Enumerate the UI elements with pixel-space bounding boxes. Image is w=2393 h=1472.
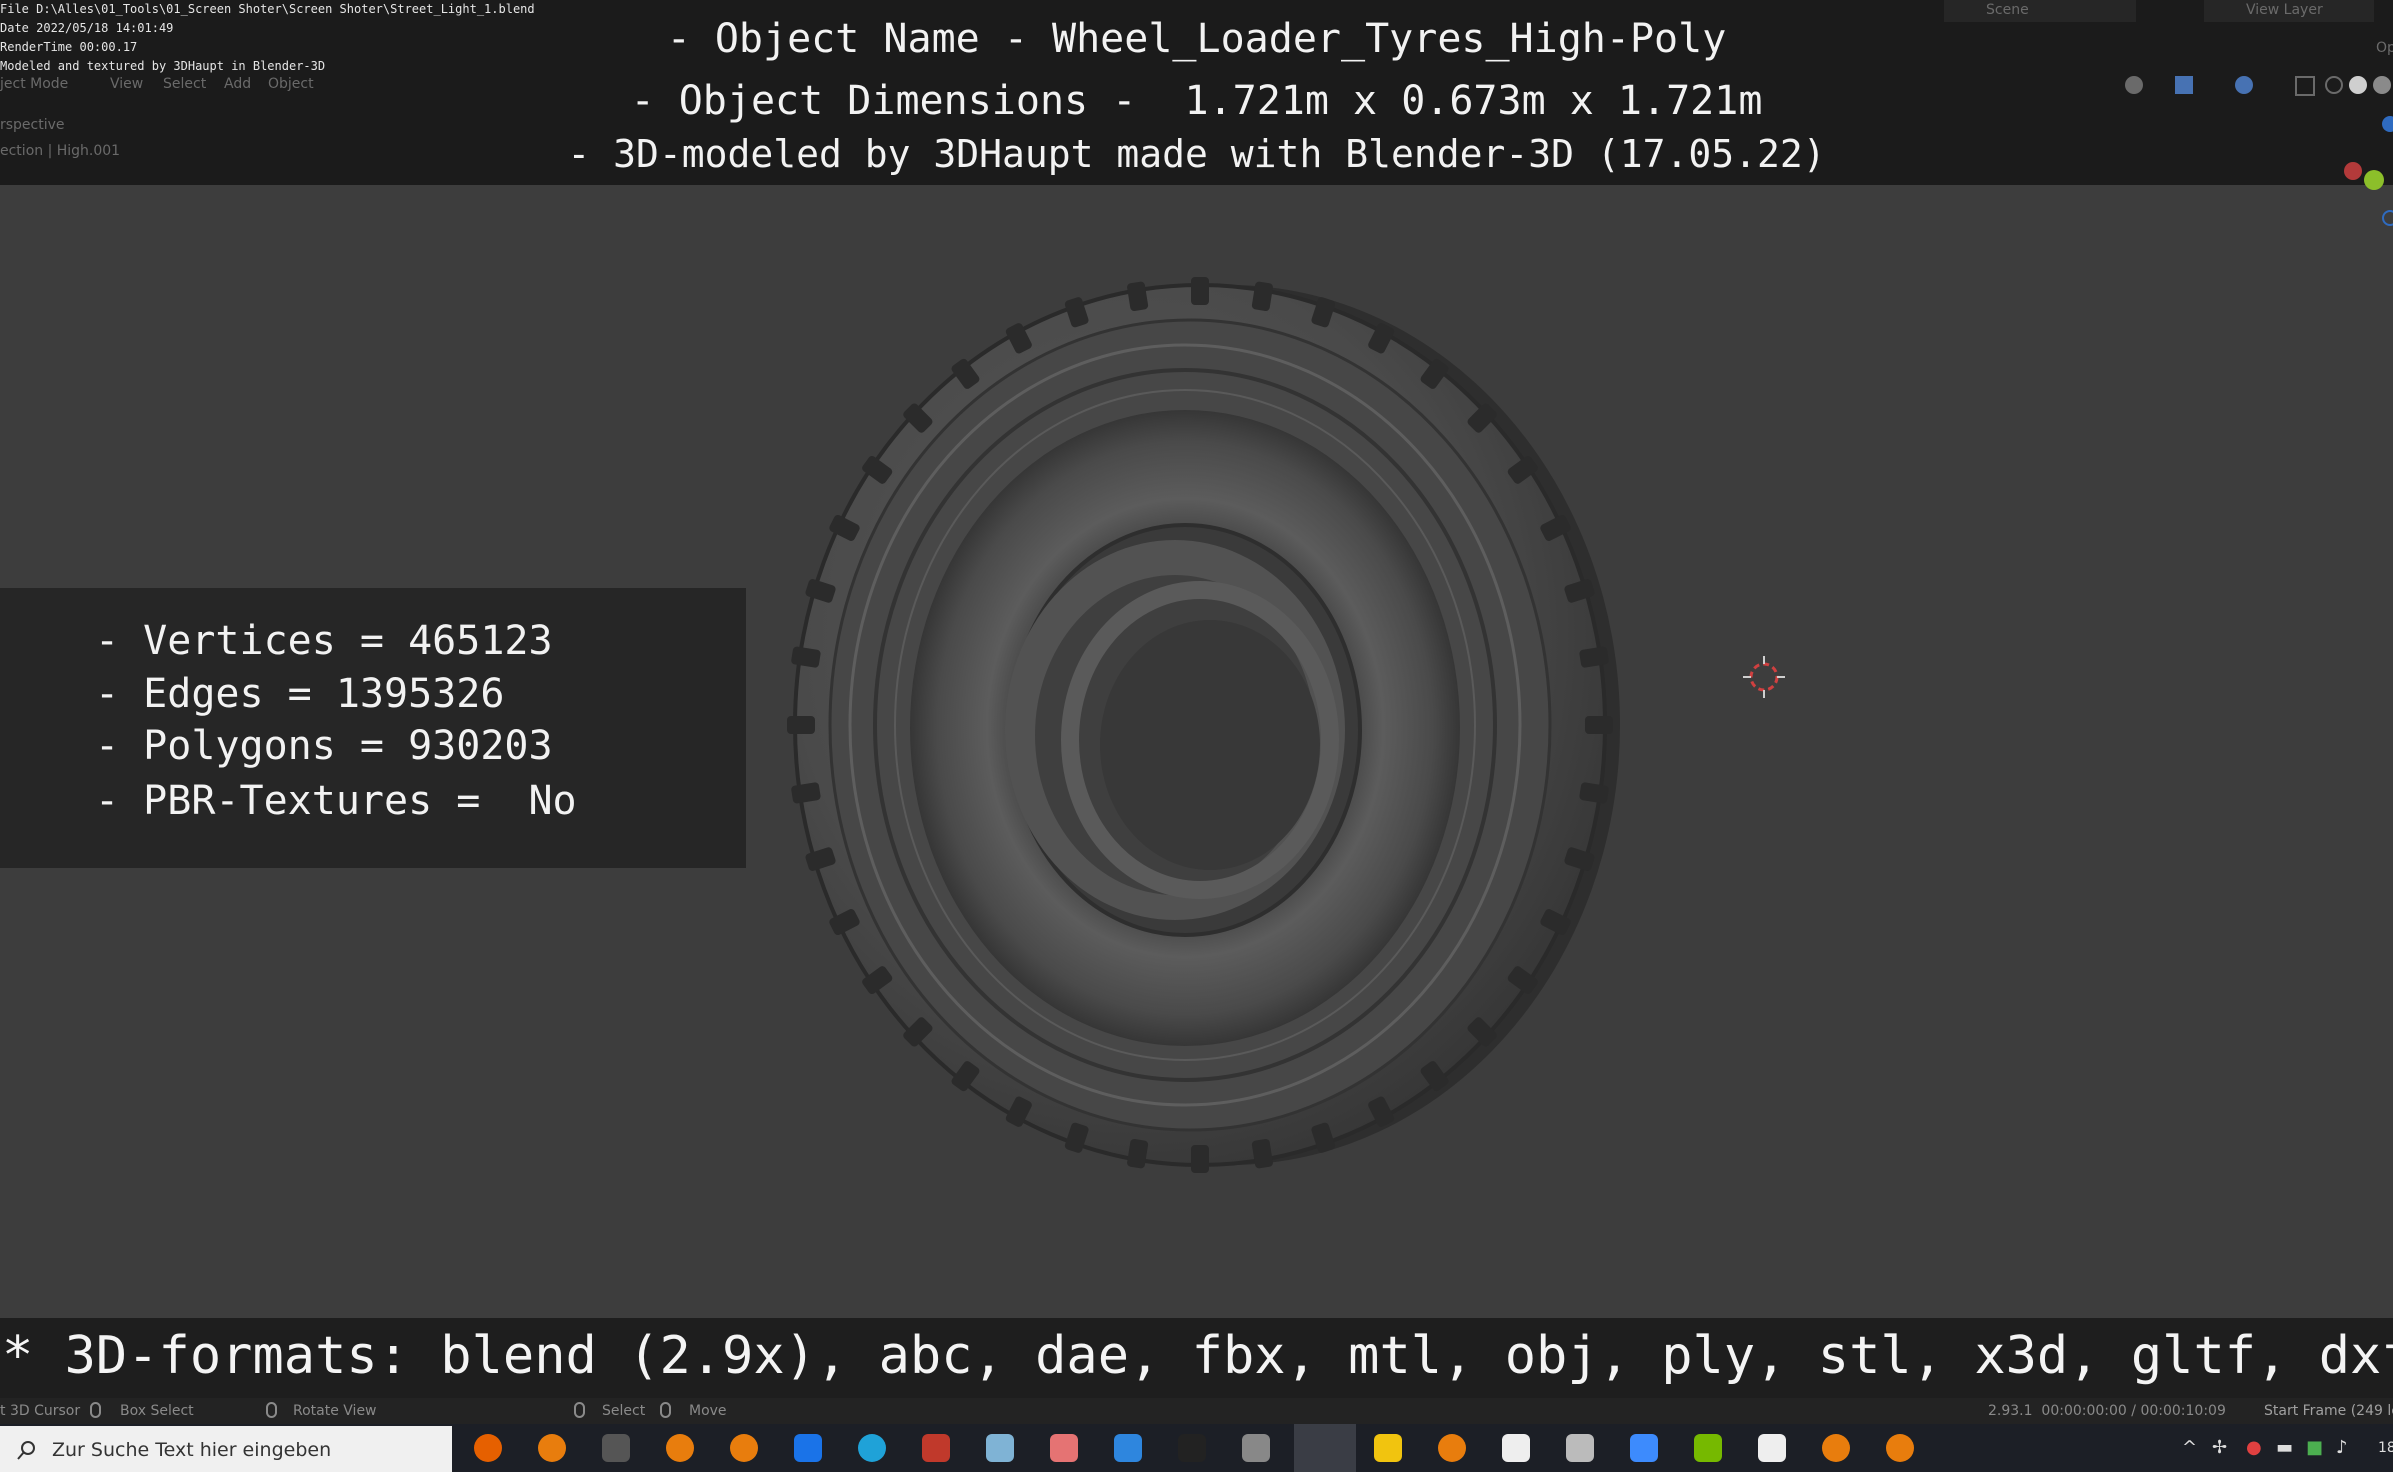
- status-cursor-hint: t 3D Cursor: [0, 1403, 81, 1419]
- tray-battery-icon[interactable]: ▬: [2276, 1437, 2293, 1458]
- folder-icon[interactable]: [1374, 1434, 1402, 1462]
- tread-block: [1191, 1145, 1209, 1173]
- tread-block: [1585, 716, 1613, 734]
- search-placeholder: Zur Suche Text hier eingeben: [52, 1439, 332, 1461]
- solid-shading-icon[interactable]: [2349, 76, 2367, 94]
- tyre-model: [787, 277, 1620, 1173]
- gizmo-z-axis[interactable]: [2382, 116, 2393, 132]
- tray-network-icon[interactable]: ✢: [2212, 1437, 2227, 1458]
- tray-chevron-icon[interactable]: ^: [2182, 1437, 2197, 1458]
- stats-panel: - Vertices = 465123 - Edges = 1395326 - …: [0, 588, 746, 868]
- mouse-right-icon: [660, 1402, 671, 1418]
- status-bar: t 3D Cursor Box Select Rotate View Selec…: [0, 1398, 2393, 1424]
- edge-icon[interactable]: [858, 1434, 886, 1462]
- formats-strip: * 3D-formats: blend (2.9x), abc, dae, fb…: [0, 1318, 2393, 1398]
- status-rotate-view: Rotate View: [293, 1403, 377, 1419]
- gizmo-neg-z-axis[interactable]: [2382, 210, 2393, 226]
- app-red-icon[interactable]: [922, 1434, 950, 1462]
- start-frame-label: Start Frame (249 le: [2264, 1403, 2393, 1419]
- blender-icon[interactable]: [730, 1434, 758, 1462]
- notes-icon[interactable]: [986, 1434, 1014, 1462]
- visibility-icon[interactable]: [2125, 76, 2143, 94]
- tray-app-icon[interactable]: ●: [2246, 1437, 2262, 1458]
- mode-selector[interactable]: ject Mode: [0, 76, 68, 92]
- paint-icon[interactable]: [1050, 1434, 1078, 1462]
- shading-toolbar: [2125, 72, 2393, 98]
- status-move: Move: [689, 1403, 727, 1419]
- view-layer-label: View Layer: [2246, 2, 2323, 18]
- polygons-stat: - Polygons = 930203: [95, 723, 553, 769]
- edges-stat: - Edges = 1395326: [95, 671, 505, 717]
- windows-taskbar: Zur Suche Text hier eingeben ^ ✢ ● ▬ ■ ♪…: [0, 1424, 2393, 1472]
- mouse-left-icon: [90, 1402, 101, 1418]
- volume-icon[interactable]: ♪: [2336, 1437, 2348, 1458]
- modeled-by: Modeled and textured by 3DHaupt in Blend…: [0, 59, 326, 73]
- credit-line: - 3D-modeled by 3DHaupt made with Blende…: [567, 132, 1826, 176]
- gizmo-x-axis[interactable]: [2344, 162, 2362, 180]
- status-select: Select: [602, 1403, 646, 1419]
- panda-icon[interactable]: [1502, 1434, 1530, 1462]
- menu-view[interactable]: View: [110, 76, 143, 92]
- mail-icon[interactable]: [794, 1434, 822, 1462]
- object-name-line: - Object Name - Wheel_Loader_Tyres_High-…: [666, 16, 1727, 62]
- search-icon: [17, 1441, 35, 1460]
- gizmo-y-axis[interactable]: [2364, 170, 2384, 190]
- tread-block: [787, 716, 815, 734]
- file-path: File D:\Alles\01_Tools\01_Screen Shoter\…: [0, 2, 535, 16]
- clock-app-icon[interactable]: [1758, 1434, 1786, 1462]
- scene-label: Scene: [1986, 2, 2029, 18]
- active-app-highlight: [1294, 1424, 1356, 1472]
- calendar-icon[interactable]: [1630, 1434, 1658, 1462]
- overlay-toggle-icon[interactable]: [2235, 76, 2253, 94]
- options-label[interactable]: Op: [2376, 40, 2393, 56]
- nvidia-icon[interactable]: [1694, 1434, 1722, 1462]
- blender-icon[interactable]: [538, 1434, 566, 1462]
- 3d-cursor-icon[interactable]: [1743, 656, 1785, 698]
- xray-icon[interactable]: [2295, 76, 2315, 96]
- firefox-icon[interactable]: [474, 1434, 502, 1462]
- render-date: Date 2022/05/18 14:01:49: [0, 21, 174, 35]
- blender-icon[interactable]: [1438, 1434, 1466, 1462]
- view-perspective-label: rspective: [0, 117, 65, 133]
- mouse-left-icon: [574, 1402, 585, 1418]
- gizmo-toggle-icon[interactable]: [2175, 76, 2193, 94]
- status-box-select: Box Select: [120, 1403, 194, 1419]
- view-layer-field[interactable]: View Layer: [2204, 0, 2374, 22]
- object-dimensions-line: - Object Dimensions - 1.721m x 0.673m x …: [630, 78, 1763, 124]
- tread-block: [1191, 277, 1209, 305]
- render-time: RenderTime 00:00.17: [0, 40, 138, 54]
- blender-icon[interactable]: [1886, 1434, 1914, 1462]
- version-and-time: 2.93.1 00:00:00:00 / 00:00:10:09: [1988, 1403, 2226, 1419]
- taskbar-clock[interactable]: 18: [2378, 1440, 2393, 1456]
- material-shading-icon[interactable]: [2373, 76, 2391, 94]
- obs-icon[interactable]: [602, 1434, 630, 1462]
- scene-field[interactable]: Scene: [1944, 0, 2136, 22]
- vertices-stat: - Vertices = 465123: [95, 618, 553, 664]
- formats-list: * 3D-formats: blend (2.9x), abc, dae, fb…: [2, 1326, 2393, 1386]
- collection-label: ection | High.001: [0, 143, 121, 159]
- wireframe-shading-icon[interactable]: [2325, 76, 2343, 94]
- taskbar-search-box[interactable]: Zur Suche Text hier eingeben: [0, 1426, 452, 1472]
- mouse-middle-icon: [266, 1402, 277, 1418]
- blender-icon[interactable]: [666, 1434, 694, 1462]
- chat-icon[interactable]: [1114, 1434, 1142, 1462]
- menu-select[interactable]: Select: [163, 76, 206, 92]
- terminal-icon[interactable]: [1178, 1434, 1206, 1462]
- blender-icon[interactable]: [1822, 1434, 1850, 1462]
- tray-green-icon[interactable]: ■: [2306, 1437, 2323, 1458]
- cube-icon[interactable]: [1566, 1434, 1594, 1462]
- pbr-textures-stat: - PBR-Textures = No: [95, 778, 577, 824]
- top-banner: - Object Name - Wheel_Loader_Tyres_High-…: [0, 0, 2393, 185]
- gamepad-icon[interactable]: [1242, 1434, 1270, 1462]
- menu-object[interactable]: Object: [268, 76, 314, 92]
- menu-add[interactable]: Add: [224, 76, 251, 92]
